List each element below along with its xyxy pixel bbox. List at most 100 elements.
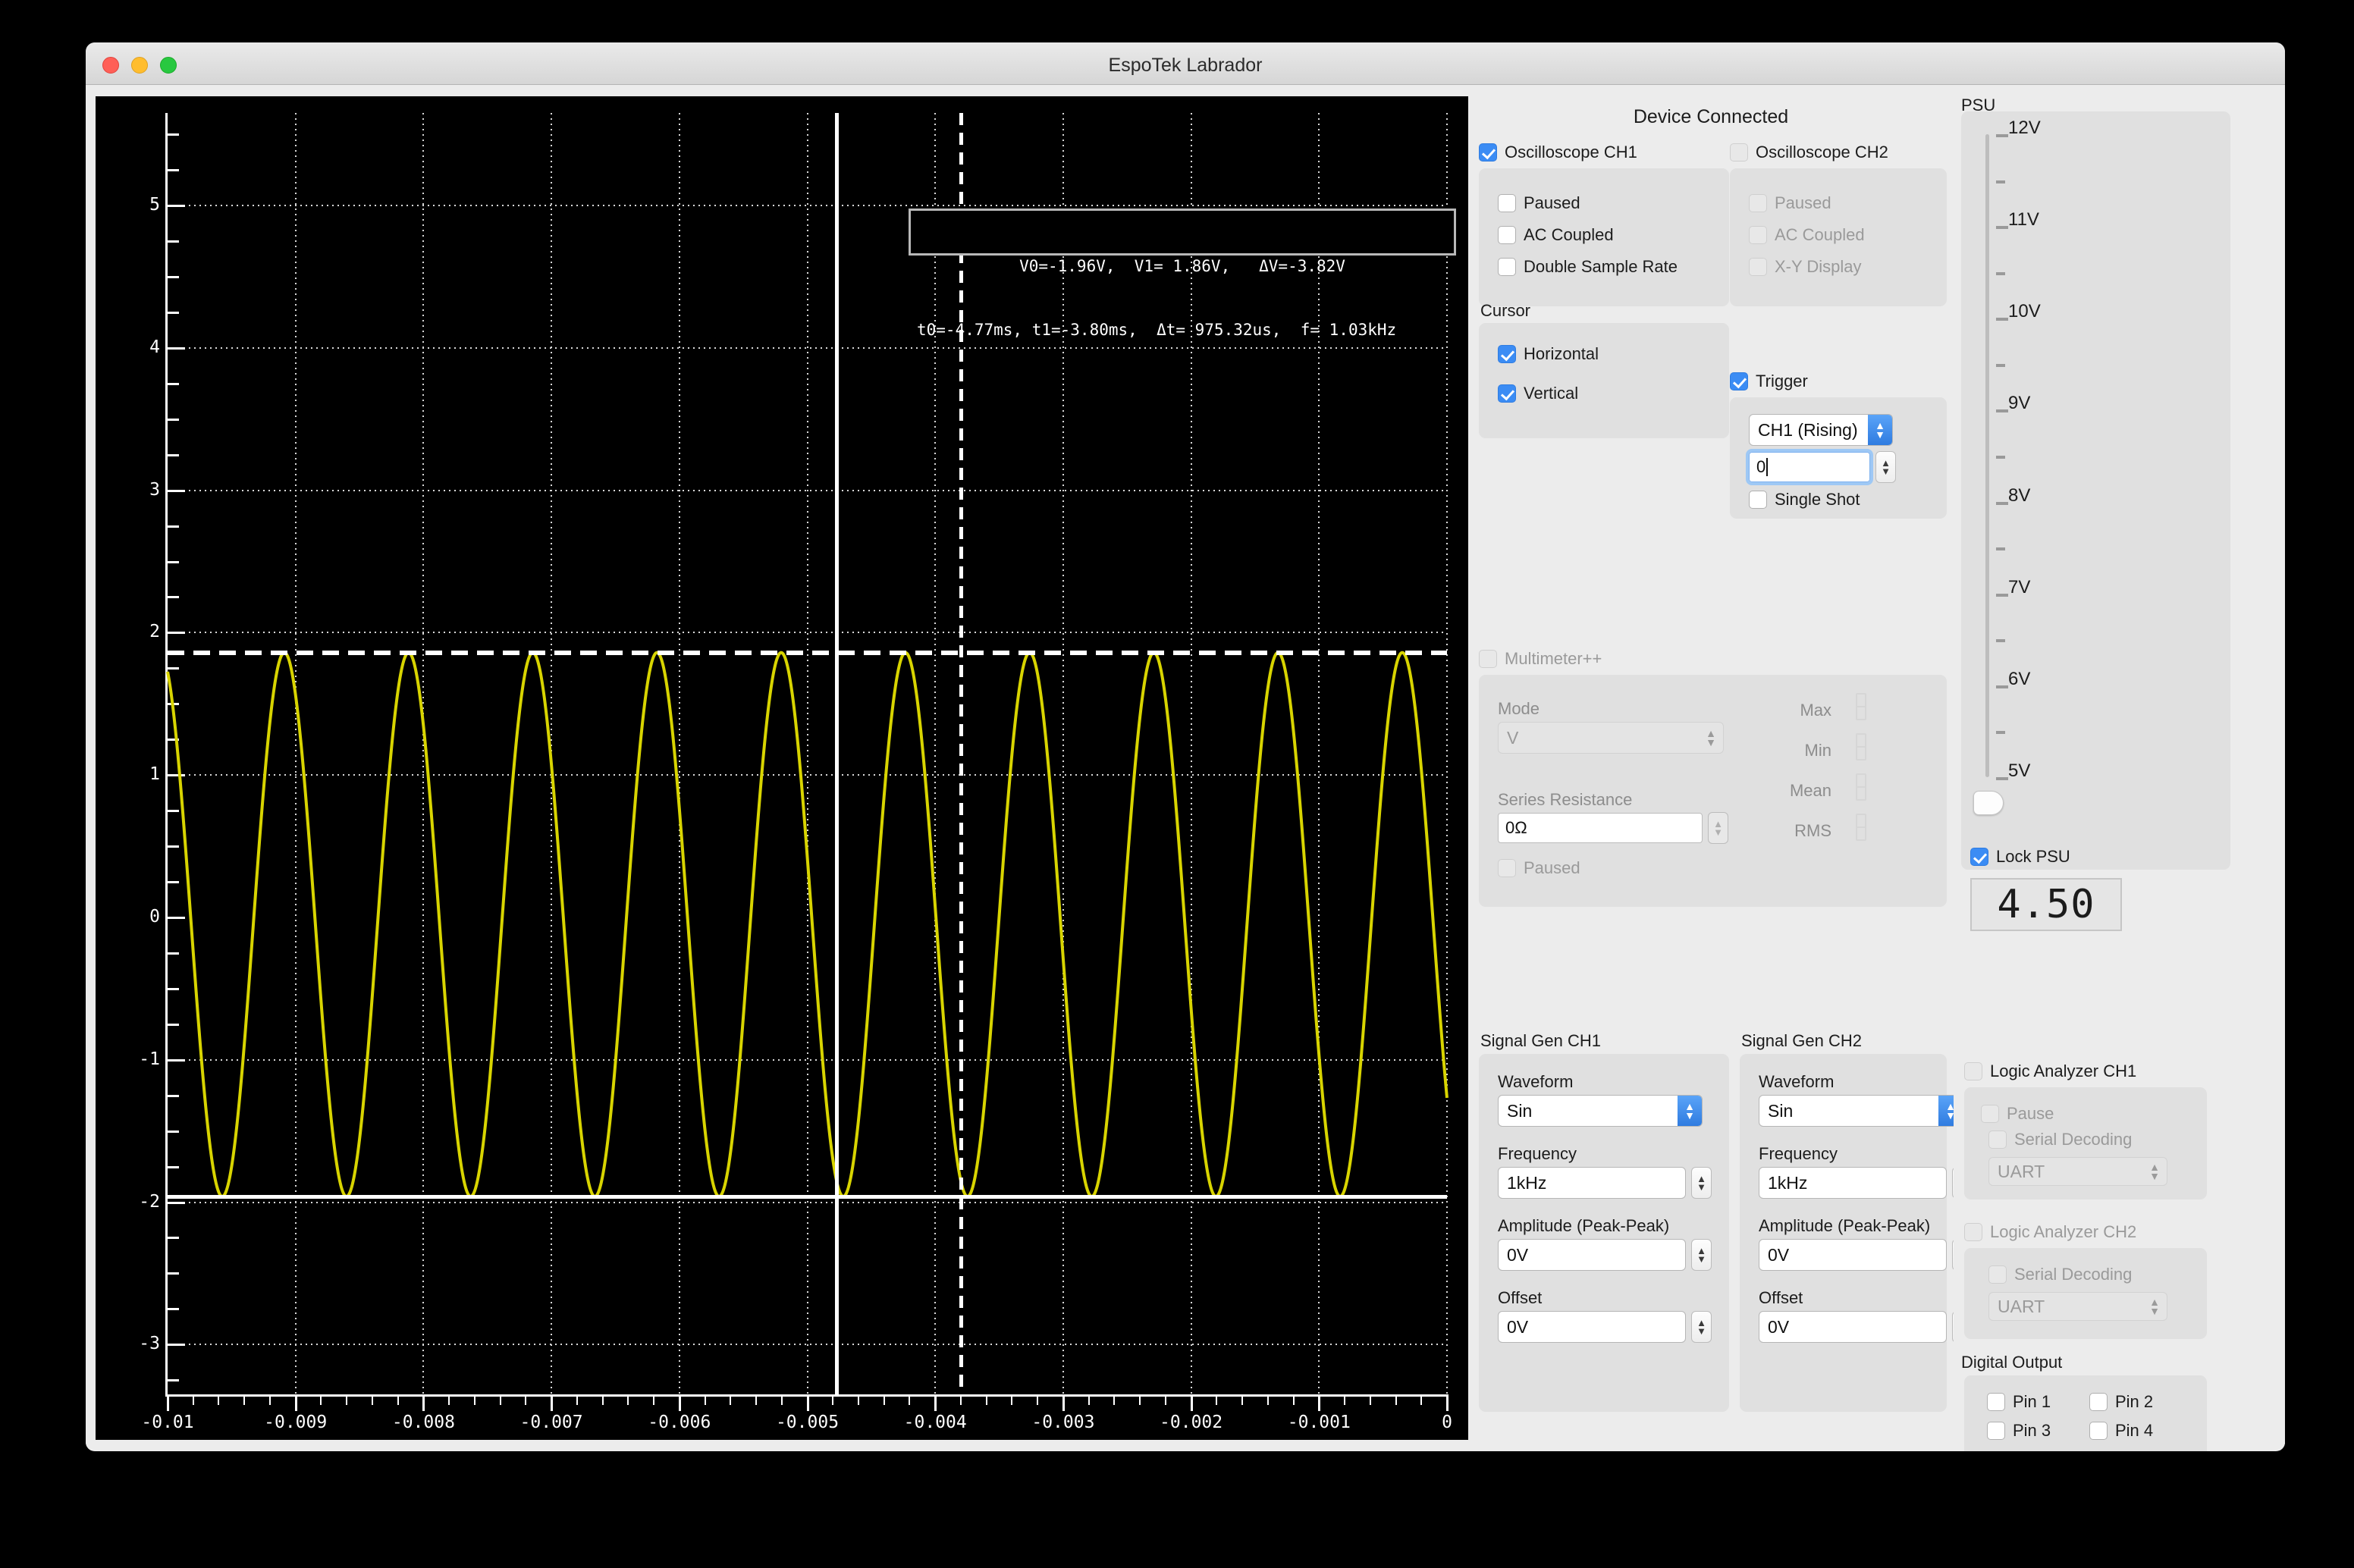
psu-tick-label: 9V xyxy=(2008,393,2031,414)
checkbox-label: AC Coupled xyxy=(1775,225,1865,244)
multimeter-mode-select[interactable]: V ▲ ▼ xyxy=(1498,722,1724,754)
digital-output-label: Digital Output xyxy=(1961,1353,2063,1372)
psu-tick xyxy=(1996,593,2008,597)
checkbox-box xyxy=(1749,226,1767,244)
group-signal-gen-ch1: Waveform Sin ▲ ▼ Frequency 1kHz ▲ ▼ Amplit… xyxy=(1479,1054,1729,1412)
checkbox-trigger[interactable]: Trigger xyxy=(1730,372,1808,391)
oscilloscope-display[interactable]: 5 4 3 2 1 0 -1 -2 -3 -0.01 -0.009 -0.008 -0.007 -0.0… xyxy=(96,96,1468,1440)
checkbox-multimeter[interactable]: Multimeter++ xyxy=(1479,649,1602,669)
psu-tick-label: 5V xyxy=(2008,760,2031,781)
chevron-updown-icon: ▲ ▼ xyxy=(1678,1096,1702,1126)
checkbox-multimeter-paused[interactable]: Paused xyxy=(1498,858,1580,878)
group-signal-gen-ch2: Waveform Sin ▲▼ Frequency 1kHz ▲▼ Amplit… xyxy=(1740,1054,1973,1412)
checkbox-box xyxy=(1730,143,1748,162)
checkbox-pin-2[interactable]: Pin 2 xyxy=(2089,1392,2153,1412)
multimeter-series-resistance-stepper[interactable]: ▲ ▼ xyxy=(1708,812,1728,844)
checkbox-box xyxy=(1730,372,1748,390)
siggen-ch1-frequency-stepper[interactable]: ▲ ▼ xyxy=(1691,1167,1712,1199)
checkbox-ch2-ac-coupled[interactable]: AC Coupled xyxy=(1749,225,1865,245)
multimeter-series-resistance-input[interactable]: 0Ω xyxy=(1498,813,1703,843)
siggen-ch1-amplitude-input[interactable]: 0V xyxy=(1498,1239,1686,1271)
psu-voltage-value: 4.50 xyxy=(1997,882,2095,927)
checkbox-logic-analyzer-ch2[interactable]: Logic Analyzer CH2 xyxy=(1964,1222,2136,1242)
checkbox-oscilloscope-ch2[interactable]: Oscilloscope CH2 xyxy=(1730,143,1888,162)
checkbox-la-ch1-serial-decoding[interactable]: Serial Decoding xyxy=(1988,1130,2132,1149)
cursor-section-label: Cursor xyxy=(1480,301,1531,320)
siggen-ch2-waveform-select[interactable]: Sin ▲ ▼ xyxy=(1759,1095,1963,1127)
siggen-ch1-offset-input[interactable]: 0V xyxy=(1498,1311,1686,1343)
psu-tick xyxy=(1996,501,2008,505)
checkbox-pin-1[interactable]: Pin 1 xyxy=(1987,1392,2051,1412)
psu-minor-tick xyxy=(1996,547,2005,551)
checkbox-label: Logic Analyzer CH2 xyxy=(1990,1222,2137,1241)
checkbox-ch1-ac-coupled[interactable]: AC Coupled xyxy=(1498,225,1614,245)
la-ch1-protocol-select[interactable]: UART ▲ ▼ xyxy=(1988,1157,2167,1186)
checkbox-oscilloscope-ch1[interactable]: Oscilloscope CH1 xyxy=(1479,143,1637,162)
la-ch2-protocol-select[interactable]: UART ▲ ▼ xyxy=(1988,1292,2167,1321)
psu-slider-handle[interactable] xyxy=(1973,791,2004,815)
siggen-ch1-frequency-input[interactable]: 1kHz xyxy=(1498,1167,1686,1199)
checkbox-label: Paused xyxy=(1524,858,1580,877)
siggen-ch1-waveform-value: Sin xyxy=(1507,1100,1533,1121)
cursor-horizontal-v0[interactable] xyxy=(168,1194,1447,1199)
checkbox-box xyxy=(1498,345,1516,363)
checkbox-label: Lock PSU xyxy=(1996,847,2070,866)
group-logic-analyzer-ch1: Pause Serial Decoding UART ▲ ▼ xyxy=(1964,1087,2207,1200)
siggen-ch1-amplitude-stepper[interactable]: ▲ ▼ xyxy=(1691,1239,1712,1271)
siggen-ch2-offset-input[interactable]: 0V xyxy=(1759,1311,1947,1343)
checkbox-ch1-paused[interactable]: Paused xyxy=(1498,193,1580,213)
checkbox-box xyxy=(1479,143,1497,162)
checkbox-label: Vertical xyxy=(1524,384,1579,403)
checkbox-la-ch1-pause[interactable]: Pause xyxy=(1981,1104,2054,1124)
trigger-source-value: CH1 (Rising) xyxy=(1758,419,1858,440)
checkbox-lock-psu[interactable]: Lock PSU xyxy=(1970,847,2070,867)
cursor-readout-times: t0=-4.77ms, t1=-3.80ms, Δt= 975.32us, f=… xyxy=(917,321,1397,339)
psu-tick xyxy=(1996,409,2008,413)
checkbox-cursor-horizontal[interactable]: Horizontal xyxy=(1498,344,1599,364)
siggen-ch2-frequency-input[interactable]: 1kHz xyxy=(1759,1167,1947,1199)
plot-area: 5 4 3 2 1 0 -1 -2 -3 -0.01 -0.009 -0.008 -0.007 -0.0… xyxy=(96,96,1468,1440)
trigger-source-select[interactable]: CH1 (Rising) ▲ ▼ xyxy=(1749,414,1893,446)
trigger-level-stepper[interactable]: ▲ ▼ xyxy=(1875,451,1896,483)
checkbox-cursor-vertical[interactable]: Vertical xyxy=(1498,384,1578,403)
checkbox-label: Oscilloscope CH2 xyxy=(1756,143,1888,162)
checkbox-logic-analyzer-ch1[interactable]: Logic Analyzer CH1 xyxy=(1964,1062,2136,1081)
checkbox-label: Paused xyxy=(1524,193,1580,212)
group-digital-output: Pin 1 Pin 2 Pin 3 Pin 4 xyxy=(1964,1375,2207,1451)
cursor-vertical-t0[interactable] xyxy=(835,113,840,1394)
checkbox-label: Oscilloscope CH1 xyxy=(1505,143,1637,162)
main-body: 5 4 3 2 1 0 -1 -2 -3 -0.01 -0.009 -0.008 -0.007 -0.0… xyxy=(86,85,2285,1451)
group-psu: 12V 11V 10V 9V 8V 7V 6V 5V xyxy=(1961,111,2230,870)
psu-minor-tick xyxy=(1996,363,2005,367)
multimeter-stat-value xyxy=(1856,773,1866,801)
checkbox-box xyxy=(1749,194,1767,212)
checkbox-box xyxy=(2089,1422,2108,1440)
siggen-ch2-amplitude-input[interactable]: 0V xyxy=(1759,1239,1947,1271)
psu-tick-label: 11V xyxy=(2008,209,2039,230)
group-trigger: CH1 (Rising) ▲ ▼ 0 ▲ ▼ Single Shot xyxy=(1730,397,1947,519)
text-caret xyxy=(1766,458,1769,476)
trigger-level-input[interactable]: 0 xyxy=(1746,449,1873,485)
checkbox-box xyxy=(1498,859,1516,877)
checkbox-label: Pin 2 xyxy=(2115,1392,2154,1411)
siggen-ch1-offset-stepper[interactable]: ▲ ▼ xyxy=(1691,1311,1712,1343)
psu-slider-track[interactable] xyxy=(1985,134,1989,777)
checkbox-single-shot[interactable]: Single Shot xyxy=(1749,490,1860,510)
cursor-horizontal-v1[interactable] xyxy=(168,650,1447,655)
checkbox-box xyxy=(1964,1223,1982,1241)
checkbox-pin-4[interactable]: Pin 4 xyxy=(2089,1421,2153,1441)
checkbox-label: Paused xyxy=(1775,193,1831,212)
checkbox-ch2-xy-display[interactable]: X-Y Display xyxy=(1749,257,1862,277)
siggen-ch2-frequency-value: 1kHz xyxy=(1768,1172,1808,1193)
group-oscilloscope-ch2: Paused AC Coupled X-Y Display xyxy=(1730,168,1947,306)
siggen-ch1-waveform-select[interactable]: Sin ▲ ▼ xyxy=(1498,1095,1703,1127)
window-title: EspoTek Labrador xyxy=(1108,55,1263,76)
checkbox-ch1-double-sample-rate[interactable]: Double Sample Rate xyxy=(1498,257,1678,277)
checkbox-la-ch2-serial-decoding[interactable]: Serial Decoding xyxy=(1988,1265,2132,1284)
checkbox-pin-3[interactable]: Pin 3 xyxy=(1987,1421,2051,1441)
psu-minor-tick xyxy=(1996,456,2005,459)
checkbox-label: Horizontal xyxy=(1524,344,1599,363)
checkbox-label: Logic Analyzer CH1 xyxy=(1990,1062,2137,1080)
psu-tick xyxy=(1996,777,2008,780)
checkbox-ch2-paused[interactable]: Paused xyxy=(1749,193,1831,213)
